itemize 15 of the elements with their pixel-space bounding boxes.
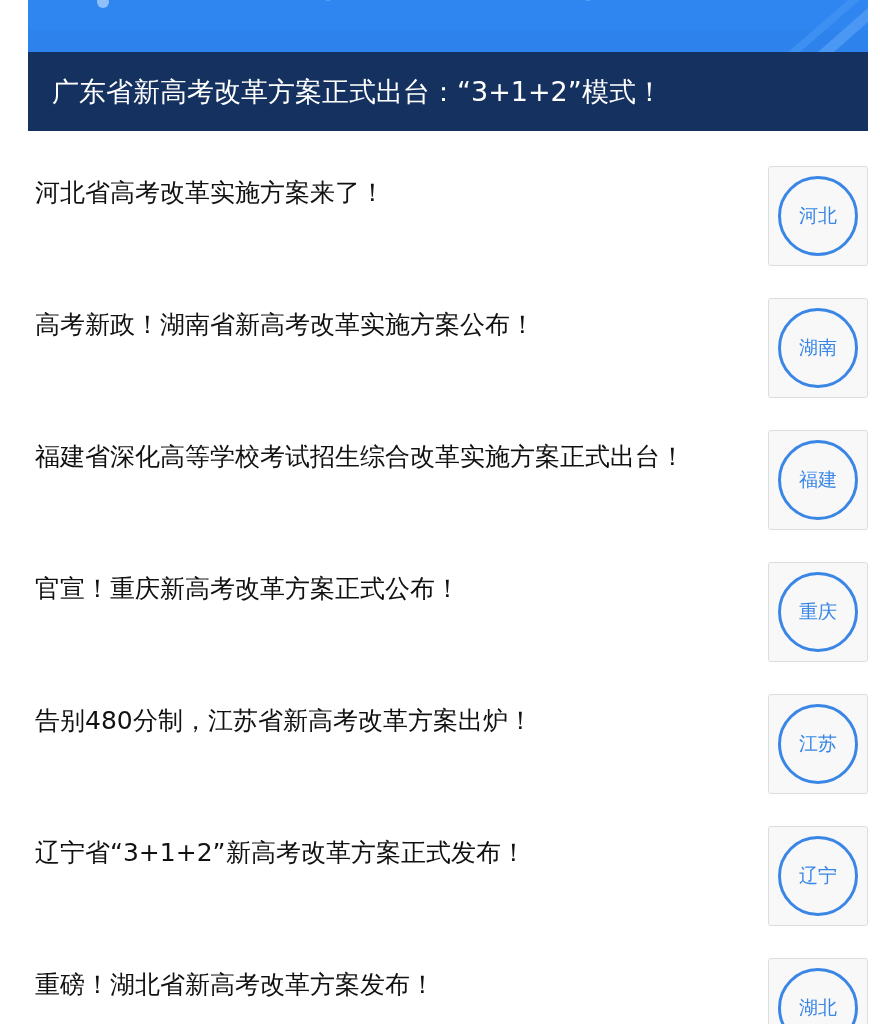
thumbnail[interactable]: 河北 xyxy=(768,166,868,266)
thumbnail[interactable]: 重庆 xyxy=(768,562,868,662)
article-title[interactable]: 河北省高考改革实施方案来了！ xyxy=(35,166,725,209)
article-title[interactable]: 官宣！重庆新高考改革方案正式公布！ xyxy=(35,562,725,605)
thumbnail[interactable]: 辽宁 xyxy=(768,826,868,926)
banner-caption[interactable]: 广东省新高考改革方案正式出台：“3+1+2”模式！ xyxy=(28,52,868,131)
thumbnail[interactable]: 湖南 xyxy=(768,298,868,398)
article-title[interactable]: 福建省深化高等学校考试招生综合改革实施方案正式出台！ xyxy=(35,430,725,473)
article-title[interactable]: 重磅！湖北省新高考改革方案发布！ xyxy=(35,958,725,1001)
article-title[interactable]: 高考新政！湖南省新高考改革实施方案公布！ xyxy=(35,298,725,341)
article-title[interactable]: 辽宁省“3+1+2”新高考改革方案正式发布！ xyxy=(35,826,725,869)
article-title[interactable]: 告别480分制，江苏省新高考改革方案出炉！ xyxy=(35,694,725,737)
thumbnail[interactable]: 福建 xyxy=(768,430,868,530)
thumbnail[interactable]: 江苏 xyxy=(768,694,868,794)
thumbnail[interactable]: 湖北 xyxy=(768,958,868,1024)
